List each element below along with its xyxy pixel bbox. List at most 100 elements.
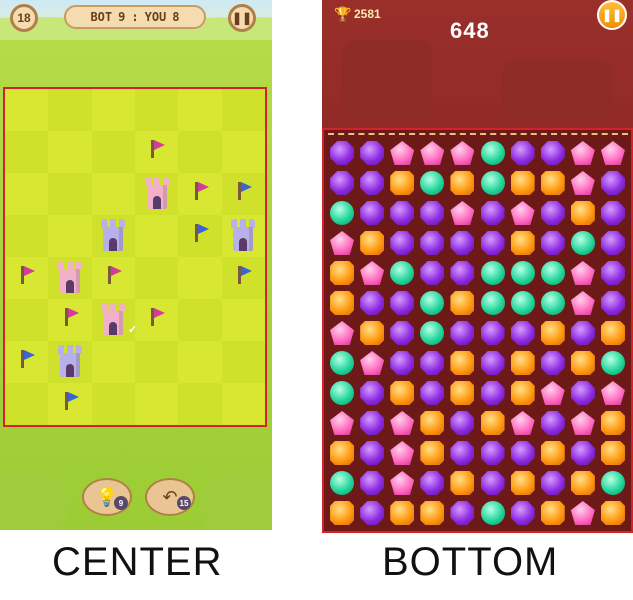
board-tile[interactable] xyxy=(5,131,49,173)
gem-cell[interactable] xyxy=(447,318,477,348)
gem-cell[interactable] xyxy=(417,258,447,288)
board-tile[interactable] xyxy=(91,341,135,383)
gem-cell[interactable] xyxy=(508,258,538,288)
gem-cell[interactable] xyxy=(417,288,447,318)
gem-cell[interactable] xyxy=(417,438,447,468)
board-tile[interactable] xyxy=(91,383,135,425)
gem-cell[interactable] xyxy=(478,228,508,258)
gem-cell[interactable] xyxy=(357,288,387,318)
gem-cell[interactable] xyxy=(598,408,628,438)
board-tile[interactable] xyxy=(5,257,49,299)
board-tile[interactable] xyxy=(5,299,49,341)
gem-cell[interactable] xyxy=(538,138,568,168)
board-tile[interactable] xyxy=(134,131,179,173)
board-tile[interactable] xyxy=(178,299,222,341)
gem-cell[interactable] xyxy=(478,498,508,528)
board-tile[interactable] xyxy=(178,131,222,173)
gem-cell[interactable] xyxy=(568,348,598,378)
board-tile[interactable] xyxy=(91,215,135,257)
board-tile[interactable] xyxy=(178,89,222,131)
board-tile[interactable] xyxy=(48,173,92,215)
gem-cell[interactable] xyxy=(478,468,508,498)
gem-cell[interactable] xyxy=(357,438,387,468)
board-tile[interactable] xyxy=(134,215,179,257)
gem-cell[interactable] xyxy=(417,318,447,348)
pause-button[interactable]: ❚❚ xyxy=(597,0,627,30)
board-tile[interactable] xyxy=(178,173,222,215)
gem-cell[interactable] xyxy=(568,378,598,408)
gem-cell[interactable] xyxy=(598,348,628,378)
gem-cell[interactable] xyxy=(357,408,387,438)
gem-cell[interactable] xyxy=(357,498,387,528)
gem-cell[interactable] xyxy=(508,438,538,468)
board-tile[interactable] xyxy=(221,173,265,215)
gem-cell[interactable] xyxy=(447,498,477,528)
board-tile[interactable] xyxy=(48,257,92,299)
gem-cell[interactable] xyxy=(508,168,538,198)
gem-cell[interactable] xyxy=(327,288,357,318)
board-tile[interactable] xyxy=(221,299,265,341)
gem-cell[interactable] xyxy=(538,348,568,378)
gem-cell[interactable] xyxy=(357,378,387,408)
gem-cell[interactable] xyxy=(568,138,598,168)
gem-cell[interactable] xyxy=(387,468,417,498)
gem-cell[interactable] xyxy=(417,348,447,378)
gem-cell[interactable] xyxy=(447,468,477,498)
hint-button[interactable]: 💡 9 xyxy=(82,478,132,516)
gem-cell[interactable] xyxy=(598,168,628,198)
gem-cell[interactable] xyxy=(538,198,568,228)
gem-cell[interactable] xyxy=(538,168,568,198)
gem-cell[interactable] xyxy=(598,138,628,168)
gem-cell[interactable] xyxy=(387,348,417,378)
gem-cell[interactable] xyxy=(568,168,598,198)
gem-cell[interactable] xyxy=(538,438,568,468)
board-tile[interactable] xyxy=(5,383,49,425)
gem-cell[interactable] xyxy=(508,378,538,408)
gem-cell[interactable] xyxy=(327,258,357,288)
gem-cell[interactable] xyxy=(478,318,508,348)
board-tile[interactable] xyxy=(178,257,222,299)
gem-cell[interactable] xyxy=(447,138,477,168)
board-tile[interactable] xyxy=(48,299,92,341)
gem-cell[interactable] xyxy=(598,438,628,468)
board-tile[interactable] xyxy=(48,215,92,257)
gem-cell[interactable] xyxy=(417,168,447,198)
gem-cell[interactable] xyxy=(538,258,568,288)
gem-cell[interactable] xyxy=(598,318,628,348)
gem-cell[interactable] xyxy=(447,198,477,228)
gem-cell[interactable] xyxy=(387,198,417,228)
gem-cell[interactable] xyxy=(508,498,538,528)
board-tile[interactable] xyxy=(5,341,49,383)
gem-cell[interactable] xyxy=(327,168,357,198)
gem-cell[interactable] xyxy=(327,198,357,228)
gem-cell[interactable] xyxy=(478,408,508,438)
board-tile[interactable] xyxy=(48,383,92,425)
gem-cell[interactable] xyxy=(387,378,417,408)
board-tile[interactable] xyxy=(221,215,265,257)
gem-cell[interactable] xyxy=(327,348,357,378)
level-button[interactable]: 18 xyxy=(10,4,38,32)
gem-cell[interactable] xyxy=(447,228,477,258)
gem-cell[interactable] xyxy=(417,408,447,438)
board-tile[interactable] xyxy=(221,341,265,383)
board-tile[interactable] xyxy=(221,257,265,299)
gem-cell[interactable] xyxy=(568,408,598,438)
gem-cell[interactable] xyxy=(508,318,538,348)
gem-cell[interactable] xyxy=(447,378,477,408)
gem-cell[interactable] xyxy=(357,468,387,498)
board-tile[interactable] xyxy=(48,131,92,173)
gem-cell[interactable] xyxy=(568,228,598,258)
gem-cell[interactable] xyxy=(417,138,447,168)
gem-cell[interactable] xyxy=(417,378,447,408)
gem-cell[interactable] xyxy=(387,138,417,168)
board-tile[interactable] xyxy=(178,383,222,425)
gem-cell[interactable] xyxy=(568,288,598,318)
gem-cell[interactable] xyxy=(327,468,357,498)
board-tile[interactable] xyxy=(91,173,135,215)
gem-cell[interactable] xyxy=(327,438,357,468)
board-tile[interactable] xyxy=(178,341,222,383)
board-tile[interactable] xyxy=(48,341,92,383)
gem-cell[interactable] xyxy=(357,258,387,288)
gem-cell[interactable] xyxy=(327,318,357,348)
gem-cell[interactable] xyxy=(417,498,447,528)
